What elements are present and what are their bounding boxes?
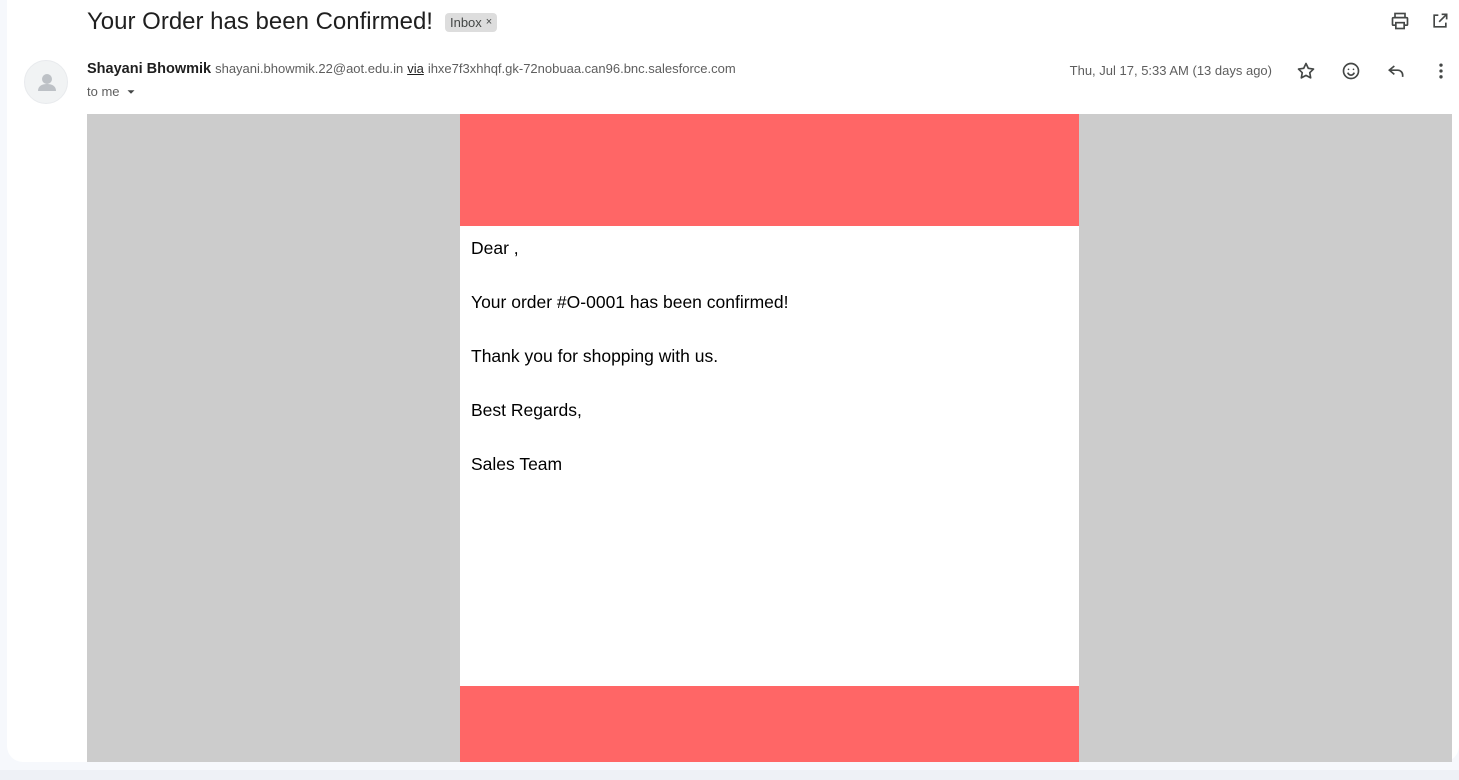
email-body: Dear , Your order #O-0001 has been confi… <box>87 114 1452 762</box>
sender-name[interactable]: Shayani Bhowmik <box>87 61 211 77</box>
message-signature: Sales Team <box>471 454 563 474</box>
sender-line: Shayani Bhowmik shayani.bhowmik.22@aot.e… <box>87 61 736 77</box>
label-chip-text: Inbox <box>449 14 482 30</box>
window-bottom-edge <box>0 770 1459 780</box>
avatar-person-icon <box>38 74 56 91</box>
message-closing: Best Regards, <box>471 400 582 420</box>
via-link[interactable]: via <box>407 61 424 76</box>
email-card: Dear , Your order #O-0001 has been confi… <box>460 114 1079 762</box>
recipient-details-toggle[interactable]: to me <box>87 84 138 99</box>
footer-banner <box>460 686 1079 762</box>
more-options-icon[interactable] <box>1430 60 1452 82</box>
via-domain: ihxe7f3xhhqf.gk-72nobuaa.can96.bnc.sales… <box>427 61 736 76</box>
dropdown-arrow-icon <box>127 89 135 94</box>
reply-icon[interactable] <box>1385 60 1407 82</box>
star-icon[interactable] <box>1295 60 1317 82</box>
email-subject: Your Order has been Confirmed! <box>87 8 433 35</box>
sender-email: shayani.bhowmik.22@aot.edu.in <box>215 61 404 76</box>
remove-label-icon[interactable]: × <box>486 16 492 28</box>
open-in-new-window-icon[interactable] <box>1429 10 1451 32</box>
subject-row: Your Order has been Confirmed! Inbox × <box>87 6 498 38</box>
message-line-order: Your order #O-0001 has been confirmed! <box>471 292 789 312</box>
emoji-reaction-icon[interactable] <box>1340 60 1362 82</box>
sender-avatar[interactable] <box>24 60 68 104</box>
inbox-label-chip[interactable]: Inbox × <box>444 12 498 32</box>
message-greeting: Dear , <box>471 238 519 258</box>
recipient-text: to me <box>87 84 120 99</box>
header-banner <box>460 114 1079 226</box>
message-line-thanks: Thank you for shopping with us. <box>471 346 719 366</box>
print-icon[interactable] <box>1389 10 1411 32</box>
email-date: Thu, Jul 17, 5:33 AM (13 days ago) <box>1069 63 1272 78</box>
message-content: Dear , Your order #O-0001 has been confi… <box>471 238 788 508</box>
